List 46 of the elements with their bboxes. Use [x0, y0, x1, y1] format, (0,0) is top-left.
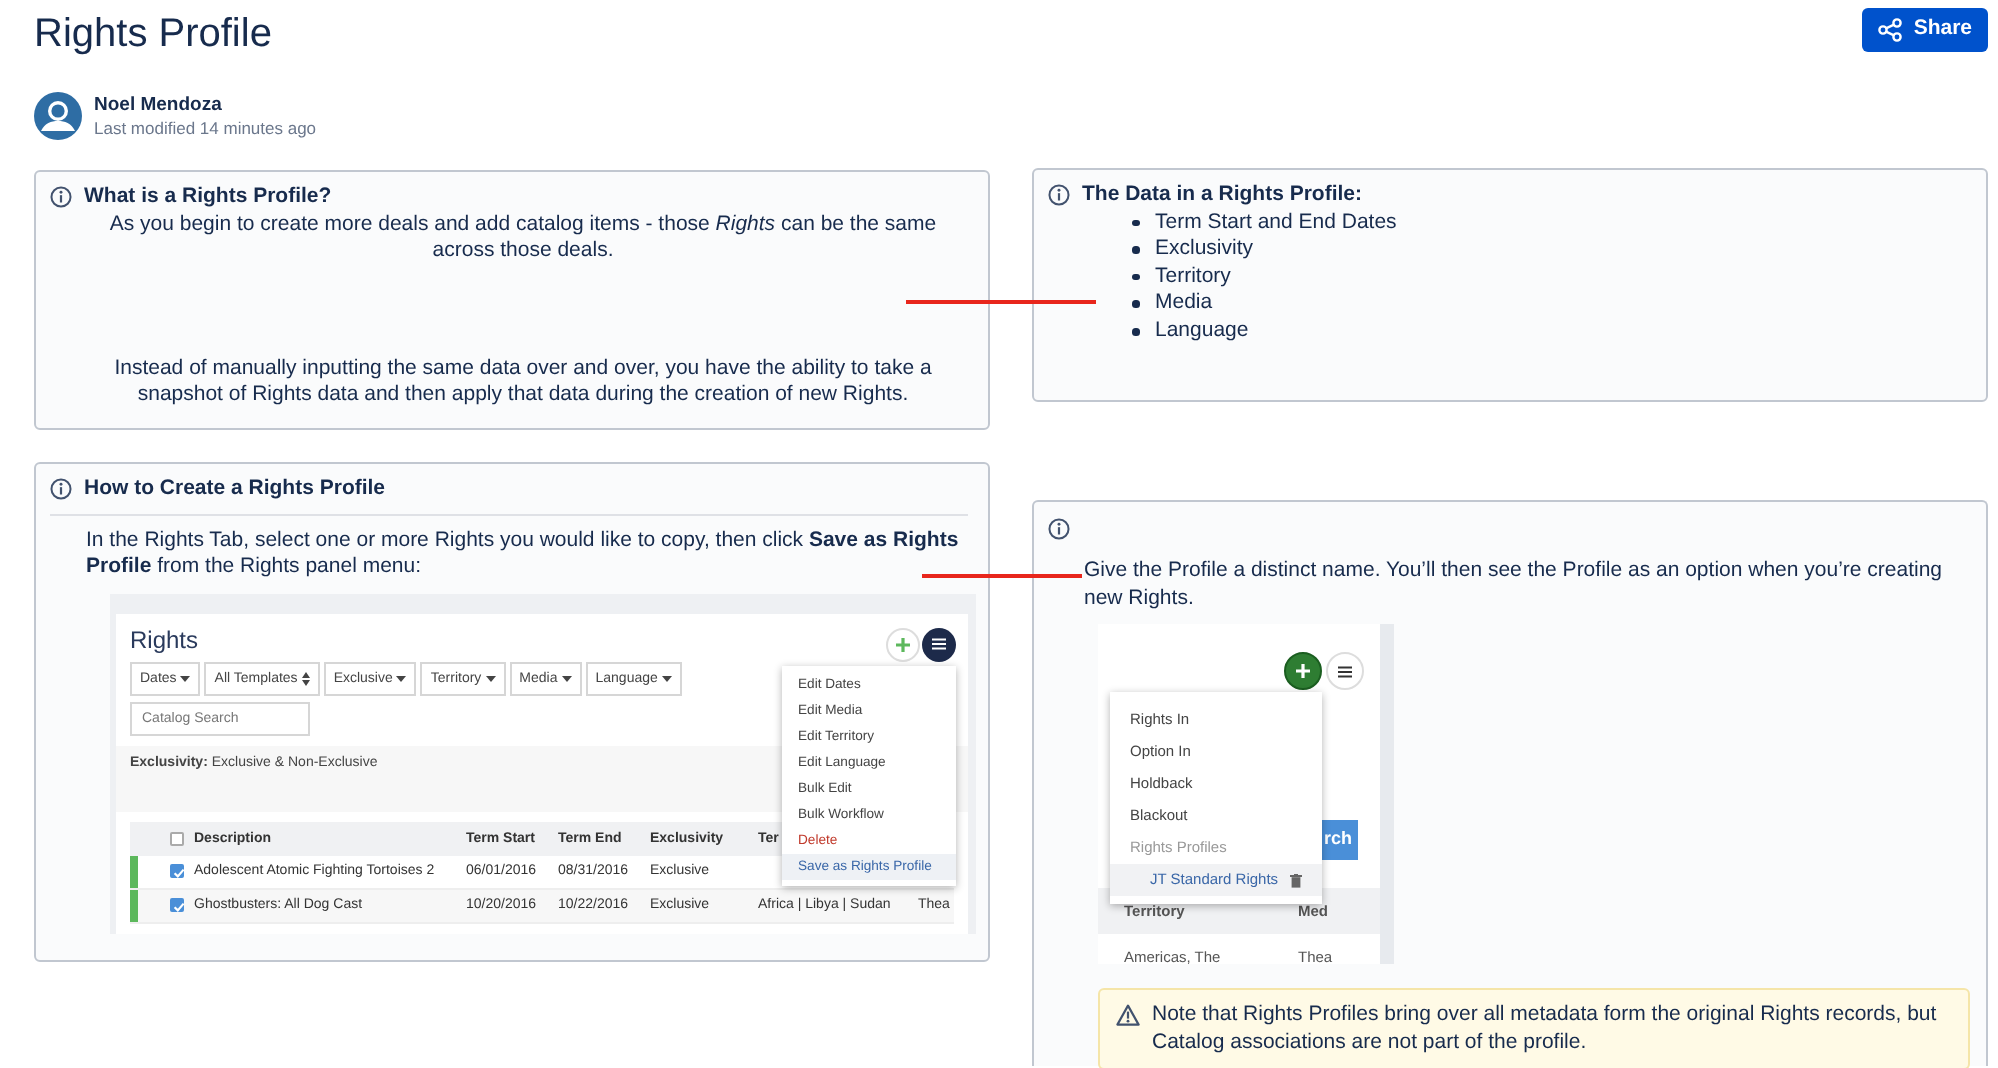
- menu-icon: [1338, 665, 1352, 678]
- page-title: Rights Profile: [34, 10, 272, 58]
- avatar-icon: [34, 92, 82, 140]
- panel-heading: How to Create a Rights Profile: [84, 476, 386, 504]
- last-modified: Last modified 14 minutes ago: [94, 117, 317, 139]
- warning-text: Note that Rights Profiles bring over all metadata form the original Rights records, but Catalog associations are not part of the profile.: [1152, 1002, 1939, 1057]
- list-item: Territory: [1155, 263, 1231, 291]
- warning-icon: [1116, 1004, 1140, 1027]
- caret-icon: [485, 675, 496, 682]
- share-icon: [1877, 17, 1902, 42]
- info-icon: [50, 186, 72, 209]
- list-item: Media: [1155, 290, 1213, 318]
- list-item: Exclusivity: [1155, 236, 1254, 264]
- menu-icon: [932, 638, 946, 651]
- paragraph: Give the Profile a distinct name. You’ll then see the Profile as an option when you’re creating new Rights.: [1082, 558, 1945, 613]
- bullet-icon: [1132, 273, 1139, 281]
- panel-title: Rights: [130, 625, 199, 656]
- bullet-icon: [1132, 246, 1139, 254]
- paragraph: In the Rights Tab, select one or more Rights you would like to copy, then click Save as Rights Profile from the Rights panel menu:: [84, 527, 961, 582]
- checkbox[interactable]: [170, 898, 184, 913]
- add-button[interactable]: [1284, 652, 1322, 691]
- list-item: Term Start and End Dates: [1155, 209, 1397, 237]
- checkbox[interactable]: [170, 831, 184, 846]
- bullet-icon: [1132, 219, 1139, 227]
- paragraph: As you begin to create more deals and add catalog items - those Rights can be the same across those deals.: [107, 211, 939, 266]
- bullet-icon: [1132, 300, 1139, 308]
- checkbox[interactable]: [170, 864, 184, 879]
- caret-icon: [561, 675, 572, 682]
- trash-icon[interactable]: [1290, 873, 1302, 888]
- caret-icon: [396, 675, 407, 682]
- panel-heading: The Data in a Rights Profile:: [1082, 182, 1363, 210]
- plus-icon: [1296, 664, 1310, 679]
- paragraph: Instead of manually inputting the same data over and over, you have the ability to take a snapshot of Rights data and then apply that data during the creation of new Rights.: [112, 355, 934, 410]
- bullet-icon: [1132, 328, 1139, 336]
- caret-icon: [180, 675, 191, 682]
- plus-icon: [896, 637, 910, 652]
- menu-button[interactable]: [1326, 652, 1364, 691]
- info-icon: [1048, 518, 1070, 540]
- info-icon: [50, 478, 72, 501]
- share-button[interactable]: Share: [1861, 8, 1988, 52]
- author-name[interactable]: Noel Mendoza: [94, 93, 317, 117]
- info-icon: [1048, 184, 1070, 207]
- list-item: Language: [1155, 317, 1249, 346]
- sort-icon: [301, 671, 310, 686]
- panel-heading: What is a Rights Profile?: [84, 184, 332, 212]
- caret-icon: [661, 675, 672, 682]
